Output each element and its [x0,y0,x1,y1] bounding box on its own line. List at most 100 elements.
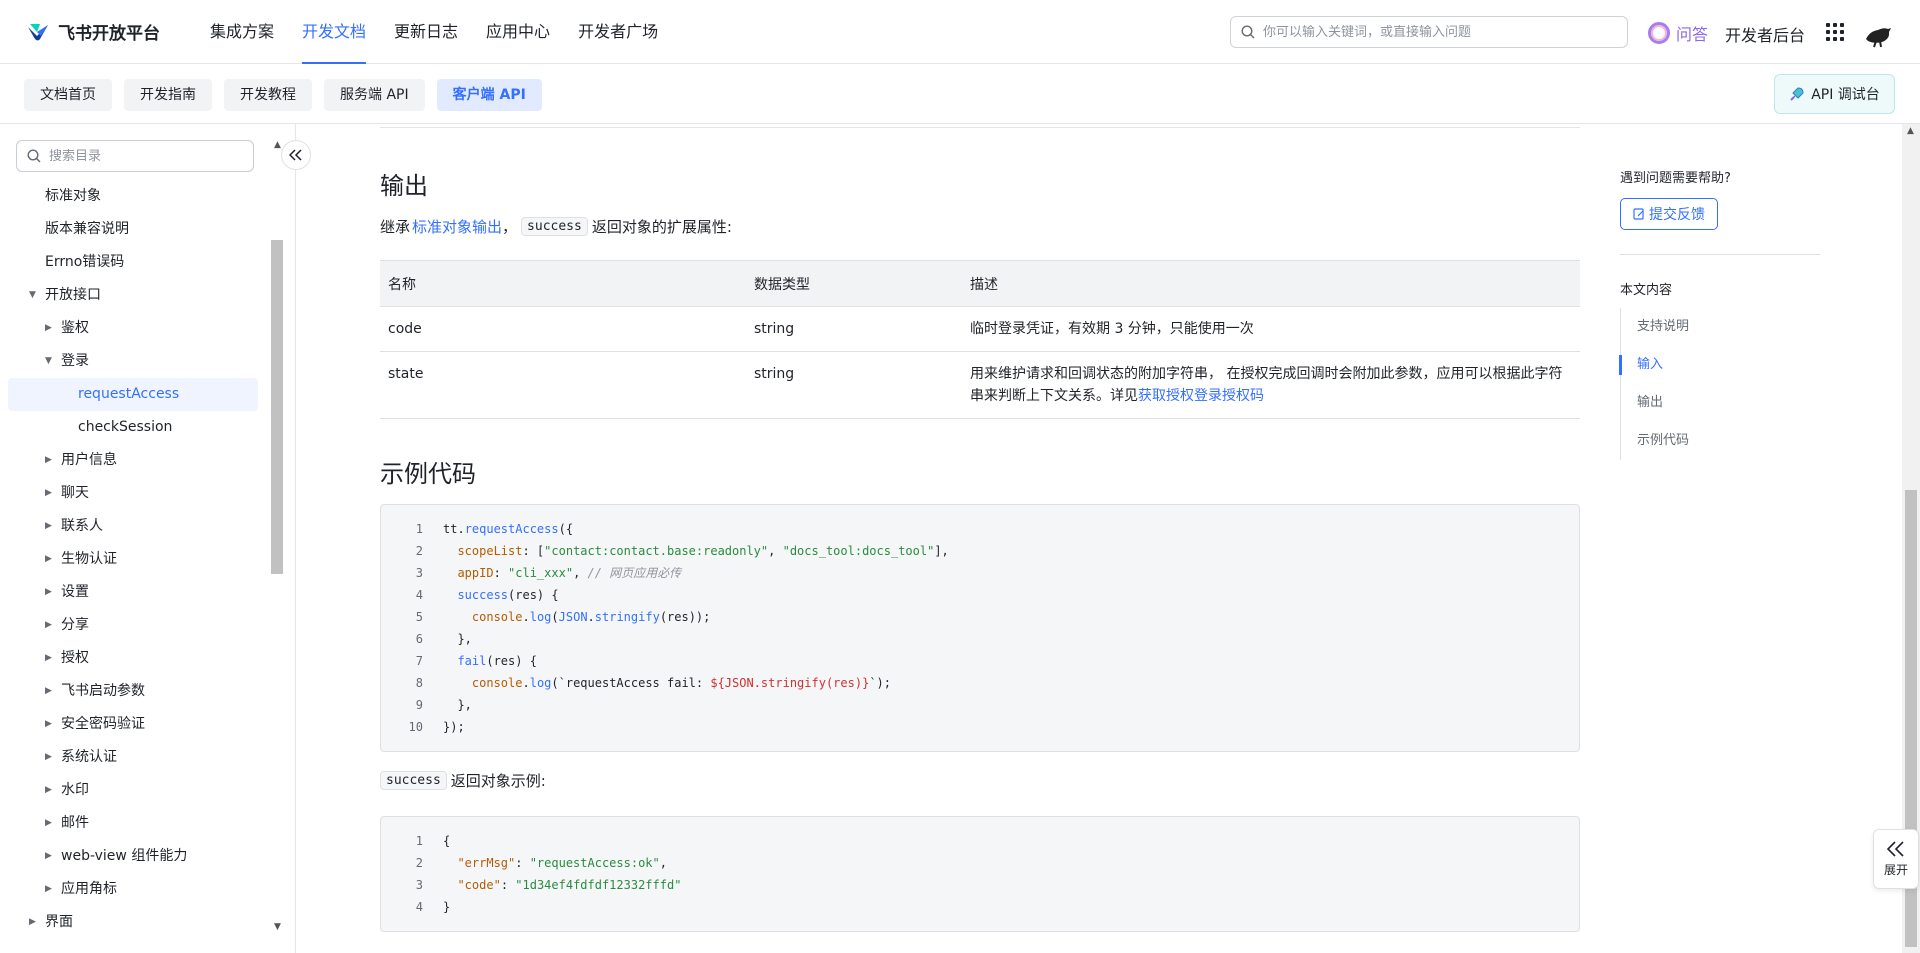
sidebar-item-label: 设置 [61,584,89,600]
api-debug-button[interactable]: API 调试台 [1774,74,1895,114]
sidebar-item[interactable]: ▶ 应用角标 [8,873,258,906]
sidebar-item[interactable]: 版本兼容说明 [8,213,258,246]
sidebar-item[interactable]: ▶ 分享 [8,609,258,642]
double-chevron-left-icon [1887,840,1904,857]
sidebar-item[interactable]: ▶ 授权 [8,642,258,675]
nav-solutions[interactable]: 集成方案 [196,0,288,64]
sidebar-scroll-thumb[interactable] [271,240,283,574]
code-line: 10}); [408,720,465,734]
sidebar-item[interactable]: ▶ 邮件 [8,807,258,840]
code-line: 4 success(res) { [415,588,559,602]
caret-right-icon[interactable]: ▶ [45,444,52,477]
caret-right-icon[interactable]: ▶ [29,906,36,939]
sidebar-item[interactable]: ▶ 联系人 [8,510,258,543]
sidebar-item[interactable]: ▶ 生物认证 [8,543,258,576]
ask-ai-button[interactable]: 问答 [1648,21,1708,45]
output-heading: 输出 [380,172,428,200]
caret-down-icon[interactable]: ▼ [45,345,52,378]
toc-title: 本文内容 [1620,283,1673,298]
tab-client-api[interactable]: 客户端 API [436,79,542,111]
global-search[interactable] [1230,16,1628,48]
sidebar-item[interactable]: ▼ 开放接口 [8,279,258,312]
developer-console-link[interactable]: 开发者后台 [1725,22,1805,46]
scroll-up-arrow-icon[interactable]: ▲ [1907,126,1914,136]
toc-item-example[interactable]: 示例代码 [1621,422,1689,460]
sidebar-item[interactable]: ▶ 界面 [8,906,258,939]
sidebar-item[interactable]: ▶ web-view 组件能力 [8,840,258,873]
toc-item-input[interactable]: 输入 [1618,346,1689,384]
caret-right-icon[interactable]: ▶ [45,741,52,774]
expand-panel-button[interactable]: 展开 [1873,829,1919,889]
sidebar-item[interactable]: 标准对象 [8,180,258,213]
caret-right-icon[interactable]: ▶ [45,510,52,543]
sidebar-item-label: 用户信息 [61,452,117,468]
toc-item-support[interactable]: 支持说明 [1621,308,1689,346]
sidebar-scrollbar[interactable]: ▲ ▼ [271,140,285,932]
code-line: 6 }, [415,632,472,646]
sidebar-item[interactable]: ▶ 用户信息 [8,444,258,477]
caret-right-icon[interactable]: ▶ [45,873,52,906]
code-line: 3 "code": "1d34ef4fdfdf12332fffd" [415,878,682,892]
brand-logo[interactable]: 飞书开放平台 [26,19,160,44]
caret-right-icon[interactable]: ▶ [45,675,52,708]
nav-changelog[interactable]: 更新日志 [380,0,472,64]
scroll-down-arrow-icon[interactable]: ▼ [274,922,281,932]
caret-right-icon[interactable]: ▶ [45,312,52,345]
caret-right-icon[interactable]: ▶ [45,576,52,609]
nav-dev-docs[interactable]: 开发文档 [288,0,380,64]
divider [1620,254,1820,255]
search-icon [1241,25,1255,39]
apps-grid-icon[interactable] [1826,23,1844,41]
param-name: code [380,306,746,352]
caret-right-icon[interactable]: ▶ [45,477,52,510]
toc-list: 支持说明 输入 输出 示例代码 [1618,308,1689,460]
caret-right-icon[interactable]: ▶ [45,774,52,807]
table-header-row: 名称 数据类型 描述 [380,260,1580,307]
sidebar-item[interactable]: Errno错误码 [8,246,258,279]
user-avatar[interactable] [1862,17,1894,49]
sidebar-item[interactable]: ▶ 聊天 [8,477,258,510]
code-line: 7 fail(res) { [415,654,537,668]
table-row: code string 临时登录凭证，有效期 3 分钟，只能使用一次 [380,306,1580,352]
doc-sidebar: 标准对象版本兼容说明 Errno错误码 ▼ 开放接口 ▶ 鉴权 ▼ 登录 requestAcce… [0,124,311,953]
sidebar-item[interactable]: ▶ 设置 [8,576,258,609]
caret-right-icon[interactable]: ▶ [45,840,52,873]
top-header: 飞书开放平台 集成方案 开发文档 更新日志 应用中心 开发者广场 问答 开发者后… [0,0,1920,64]
caret-right-icon[interactable]: ▶ [45,609,52,642]
code-block-example[interactable]: 1 tt.requestAccess({ 2 scopeList: ["conta… [380,504,1580,752]
catalog-search-input[interactable] [49,148,253,164]
code-block-response[interactable]: 1{ 2 "errMsg": "requestAccess:ok", 3 "co… [380,816,1580,932]
help-prompt: 遇到问题需要帮助? [1620,171,1731,186]
param-desc: 临时登录凭证，有效期 3 分钟，只能使用一次 [962,306,1580,352]
submit-feedback-button[interactable]: 提交反馈 [1620,198,1718,230]
caret-down-icon[interactable]: ▼ [29,279,36,312]
sidebar-item[interactable]: ▶ 飞书启动参数 [8,675,258,708]
sidebar-item[interactable]: ▶ 安全密码验证 [8,708,258,741]
caret-right-icon[interactable]: ▶ [45,708,52,741]
sidebar-item[interactable]: ▶ 鉴权 [8,312,258,345]
toc-item-output[interactable]: 输出 [1621,384,1689,422]
collapse-sidebar-button[interactable] [281,140,311,170]
sidebar-item[interactable]: ▶ 系统认证 [8,741,258,774]
tab-docs-home[interactable]: 文档首页 [24,79,112,111]
catalog-search[interactable] [16,140,254,172]
caret-right-icon[interactable]: ▶ [45,642,52,675]
sidebar-item-label: 联系人 [61,518,103,534]
nav-app-center[interactable]: 应用中心 [472,0,564,64]
standard-output-link[interactable]: 标准对象输出 [412,216,502,237]
sidebar-item-label: 分享 [61,617,89,633]
sidebar-item[interactable]: requestAccess [8,378,258,411]
sidebar-item[interactable]: ▶ 水印 [8,774,258,807]
caret-right-icon[interactable]: ▶ [45,807,52,840]
scroll-up-arrow-icon[interactable]: ▲ [274,140,281,150]
tab-dev-guide[interactable]: 开发指南 [124,79,212,111]
nav-dev-plaza[interactable]: 开发者广场 [564,0,672,64]
sidebar-item-label: 飞书启动参数 [61,683,145,699]
sidebar-item[interactable]: ▼ 登录 [8,345,258,378]
auth-code-link[interactable]: 获取授权登录授权码 [1138,388,1264,404]
tab-dev-tutorial[interactable]: 开发教程 [224,79,312,111]
sidebar-item[interactable]: checkSession [8,411,258,444]
tab-server-api[interactable]: 服务端 API [324,79,425,111]
caret-right-icon[interactable]: ▶ [45,543,52,576]
global-search-input[interactable] [1263,24,1627,40]
